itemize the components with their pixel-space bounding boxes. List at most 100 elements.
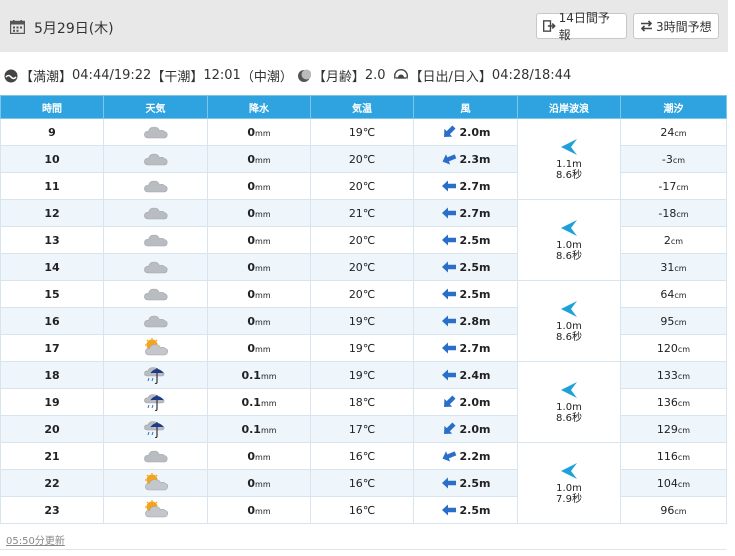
cloudy-icon bbox=[143, 450, 169, 466]
precip-cell: 0mm bbox=[207, 253, 311, 281]
date-header-bar: 5月29日(木) 14日間予報 3時間予想 bbox=[0, 0, 728, 52]
cloudy-icon bbox=[143, 315, 169, 331]
hour-cell: 22 bbox=[0, 469, 104, 497]
tide-unit: cm bbox=[676, 182, 689, 192]
precip-unit: mm bbox=[255, 344, 271, 354]
precip-unit: mm bbox=[260, 425, 277, 435]
temp-cell: 19℃ bbox=[310, 334, 414, 362]
temp-unit: ℃ bbox=[362, 314, 376, 328]
tide-unit: cm bbox=[674, 263, 687, 273]
table-row: 15 0mm 20℃ 2.5m 1.0m 8.6秒 64cm bbox=[0, 280, 727, 362]
tide-cell: -17cm bbox=[620, 172, 727, 200]
cloudy-icon bbox=[143, 261, 169, 277]
tide-value: 129 bbox=[656, 422, 678, 436]
temp-value: 18 bbox=[348, 395, 363, 409]
temp-value: 17 bbox=[348, 422, 363, 436]
cloudy-rain-icon bbox=[143, 366, 169, 387]
tide-value: 96 bbox=[660, 503, 675, 517]
temp-unit: ℃ bbox=[362, 476, 376, 490]
precip-cell: 0mm bbox=[207, 496, 311, 524]
wind-cell: 2.5m bbox=[413, 253, 518, 281]
temp-value: 19 bbox=[348, 341, 363, 355]
cloudy-icon bbox=[143, 126, 169, 142]
precip-value: 0 bbox=[247, 125, 256, 139]
temp-cell: 20℃ bbox=[310, 145, 414, 173]
wind-speed: 2.0m bbox=[459, 125, 491, 139]
precip-cell: 0mm bbox=[207, 334, 311, 362]
table-row: 21 0mm 16℃ 2.2m 1.0m 7.9秒 116cm bbox=[0, 442, 727, 524]
temp-unit: ℃ bbox=[362, 152, 376, 166]
precip-cell: 0mm bbox=[207, 118, 311, 146]
precip-value: 0 bbox=[247, 314, 256, 328]
tide-value: 31 bbox=[660, 260, 675, 274]
precip-cell: 0mm bbox=[207, 469, 311, 497]
cloudy-icon bbox=[143, 207, 169, 223]
wave-height: 1.0m bbox=[556, 239, 582, 251]
wind-speed: 2.5m bbox=[459, 476, 491, 490]
precip-cell: 0.1mm bbox=[207, 361, 311, 389]
wind-arrow-icon bbox=[441, 234, 456, 246]
cloudy-icon bbox=[143, 180, 169, 196]
temp-value: 16 bbox=[348, 449, 363, 463]
wind-arrow-icon bbox=[442, 451, 456, 462]
tide-unit: cm bbox=[677, 398, 691, 408]
precip-cell: 0mm bbox=[207, 172, 311, 200]
temp-value: 20 bbox=[348, 152, 363, 166]
table-row: 9 0mm 19℃ 2.0m 1.1m 8.6秒 24cm bbox=[0, 118, 727, 200]
14day-forecast-button[interactable]: 14日間予報 bbox=[536, 11, 627, 42]
table-header-row: 時間 天気 降水 気温 風 沿岸波浪 潮汐 bbox=[0, 95, 727, 119]
wind-arrow-icon bbox=[441, 504, 456, 516]
tide-value: -18 bbox=[658, 206, 677, 220]
temp-value: 16 bbox=[348, 476, 363, 490]
tide-cell: 64cm bbox=[620, 280, 727, 308]
precip-cell: 0.1mm bbox=[207, 388, 311, 416]
wave-cell: 1.0m 8.6秒 bbox=[517, 199, 621, 281]
tide-unit: cm bbox=[674, 290, 687, 300]
wind-cell: 2.4m bbox=[413, 361, 518, 389]
precip-cell: 0mm bbox=[207, 307, 311, 335]
sun-value: 04:28/18:44 bbox=[491, 68, 572, 83]
precip-unit: mm bbox=[260, 371, 277, 381]
wave-height: 1.0m bbox=[556, 320, 582, 332]
cloudy-icon bbox=[143, 234, 169, 250]
temp-cell: 18℃ bbox=[310, 388, 414, 416]
wave-cell: 1.0m 8.6秒 bbox=[517, 361, 621, 443]
tide-cell: 120cm bbox=[620, 334, 727, 362]
wind-speed: 2.0m bbox=[459, 422, 491, 436]
moon-age-label: 【月齢】 bbox=[312, 70, 365, 85]
hour-cell: 12 bbox=[0, 199, 104, 227]
high-tide-label: 【満潮】 bbox=[20, 70, 73, 85]
3hour-forecast-button[interactable]: 3時間予想 bbox=[633, 13, 719, 39]
weather-cell bbox=[103, 199, 208, 227]
wave-direction-icon bbox=[561, 462, 577, 479]
temp-cell: 20℃ bbox=[310, 253, 414, 281]
temp-unit: ℃ bbox=[362, 233, 376, 247]
col-header-wave: 沿岸波浪 bbox=[517, 95, 621, 119]
temp-value: 20 bbox=[348, 233, 363, 247]
wind-speed: 2.3m bbox=[459, 152, 491, 166]
wave-cell: 1.1m 8.6秒 bbox=[517, 118, 621, 200]
calendar-icon bbox=[10, 20, 25, 34]
tide-value: 116 bbox=[656, 449, 678, 463]
tide-unit: cm bbox=[670, 236, 684, 246]
cloudy-icon bbox=[143, 153, 169, 169]
temp-cell: 19℃ bbox=[310, 307, 414, 335]
precip-value: 0 bbox=[247, 233, 256, 247]
sunrise-icon bbox=[393, 68, 408, 83]
tide-value: -3 bbox=[661, 152, 673, 166]
precip-unit: mm bbox=[255, 452, 271, 462]
precip-value: 0 bbox=[247, 503, 256, 517]
tide-cell: 104cm bbox=[620, 469, 727, 497]
col-header-tide: 潮汐 bbox=[620, 95, 727, 119]
temp-cell: 16℃ bbox=[310, 496, 414, 524]
precip-unit: mm bbox=[255, 209, 271, 219]
wind-arrow-icon bbox=[442, 154, 456, 165]
low-tide-label: 【干潮】 bbox=[151, 70, 204, 85]
wave-direction-icon bbox=[561, 300, 577, 317]
updated-time-link[interactable]: 05:50分更新 bbox=[6, 532, 65, 547]
wind-cell: 2.8m bbox=[413, 307, 518, 335]
wind-speed: 2.0m bbox=[459, 395, 491, 409]
cloudy-icon bbox=[143, 288, 169, 304]
table-row: 12 0mm 21℃ 2.7m 1.0m 8.6秒 -18cm bbox=[0, 199, 727, 281]
precip-value: 0 bbox=[247, 476, 256, 490]
